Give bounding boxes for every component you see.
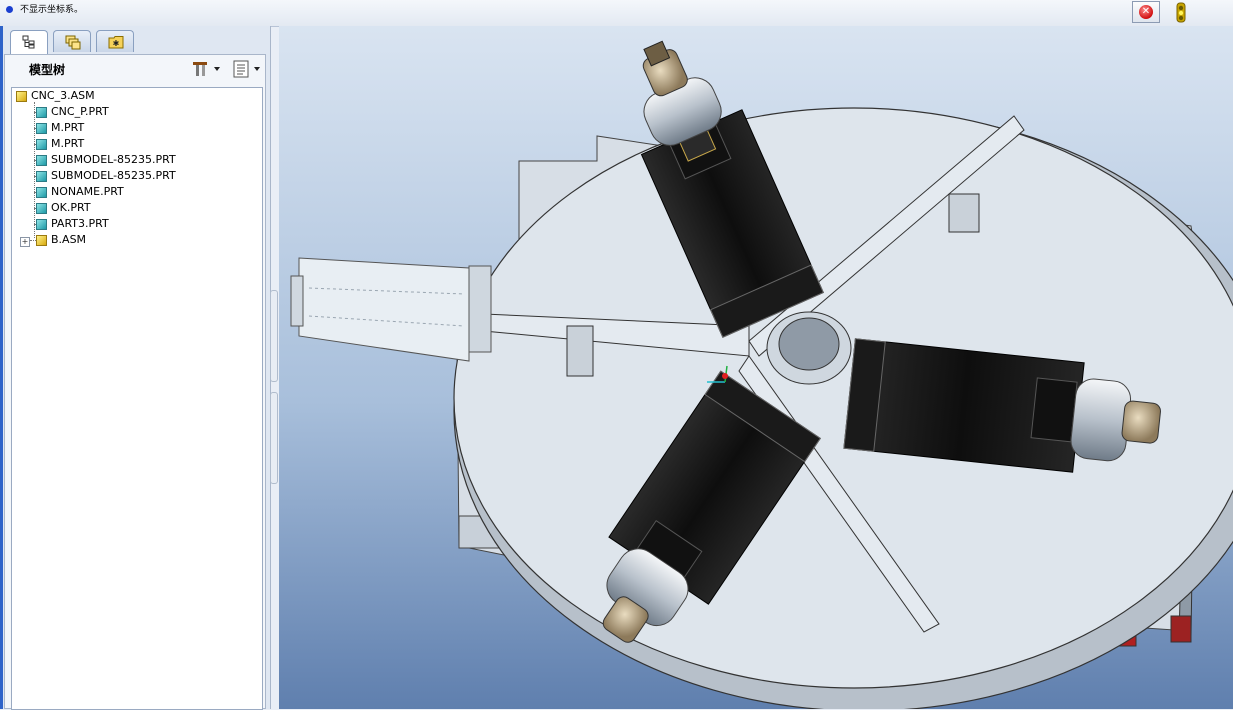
assembly-icon <box>36 234 47 246</box>
model-tree: CNC_3.ASM CNC_P.PRT M.PRT M.PRT SUBMODEL… <box>11 87 263 710</box>
tree-item-label: SUBMODEL-85235.PRT <box>51 169 176 182</box>
navigator-panel: ✱ 模型树 CNC_3.ASM CNC_P.PRT M.PRT M.PRT SU… <box>0 26 271 710</box>
cnc-assembly-model <box>290 40 1233 709</box>
tab-model-tree[interactable] <box>10 30 48 54</box>
layers-icon <box>65 35 81 50</box>
tree-item[interactable]: M.PRT <box>36 120 84 136</box>
part-icon <box>36 186 47 198</box>
tree-item-label: NONAME.PRT <box>51 185 124 198</box>
expand-toggle[interactable]: + <box>20 237 30 247</box>
part-icon <box>36 154 47 166</box>
stop-button[interactable]: ✕ <box>1132 1 1160 23</box>
assembly-icon <box>16 90 27 102</box>
tree-item[interactable]: OK.PRT <box>36 200 91 216</box>
tree-settings-button[interactable] <box>191 59 225 79</box>
panel-edge <box>0 26 3 709</box>
tab-folder-browser[interactable]: ✱ <box>96 30 134 52</box>
part-icon <box>36 218 47 230</box>
tree-settings-icon <box>193 62 220 76</box>
splitter-handle[interactable] <box>270 290 278 382</box>
panel-title: 模型树 <box>29 63 66 77</box>
stop-icon: ✕ <box>1139 5 1153 19</box>
tree-item-label: M.PRT <box>51 137 85 150</box>
tree-root-label: CNC_3.ASM <box>31 89 95 102</box>
centre-hub <box>766 311 852 385</box>
left-motor <box>290 257 492 362</box>
splitter-handle[interactable] <box>270 392 278 484</box>
part-icon <box>36 122 47 134</box>
tree-item-label: SUBMODEL-85235.PRT <box>51 153 176 166</box>
folder-browser-icon: ✱ <box>108 36 124 49</box>
tree-item[interactable]: CNC_P.PRT <box>36 104 109 120</box>
tree-item-label: CNC_P.PRT <box>51 105 109 118</box>
model-tree-panel: 模型树 CNC_3.ASM CNC_P.PRT M.PRT M.PRT SUBM… <box>4 54 266 710</box>
tree-item-label: PART3.PRT <box>51 217 109 230</box>
tree-item[interactable]: SUBMODEL-85235.PRT <box>36 168 176 184</box>
tree-item-label: M.PRT <box>51 121 85 134</box>
tree-item-label: B.ASM <box>51 233 87 246</box>
tree-item[interactable]: SUBMODEL-85235.PRT <box>36 152 176 168</box>
tree-show-icon <box>233 60 260 78</box>
tree-item-label: OK.PRT <box>51 201 91 214</box>
svg-text:✱: ✱ <box>113 39 120 48</box>
part-icon <box>36 170 47 182</box>
tree-show-button[interactable] <box>231 59 265 79</box>
graphics-viewport[interactable] <box>279 26 1233 709</box>
tree-connector <box>34 102 35 238</box>
tab-layers[interactable] <box>53 30 91 52</box>
part-icon <box>36 106 47 118</box>
part-icon <box>36 202 47 214</box>
message-bar: 不显示坐标系。 ✕ <box>0 0 1233 27</box>
tree-item[interactable]: M.PRT <box>36 136 84 152</box>
tree-item[interactable]: PART3.PRT <box>36 216 109 232</box>
part-icon <box>36 138 47 150</box>
tree-root[interactable]: CNC_3.ASM <box>16 88 95 104</box>
tree-item[interactable]: B.ASM <box>36 232 86 248</box>
status-message: 不显示坐标系。 <box>20 5 84 15</box>
traffic-light-icon[interactable] <box>1172 2 1190 24</box>
model-tree-icon <box>22 35 35 49</box>
tree-item[interactable]: NONAME.PRT <box>36 184 124 200</box>
message-bullet-icon <box>6 6 13 13</box>
